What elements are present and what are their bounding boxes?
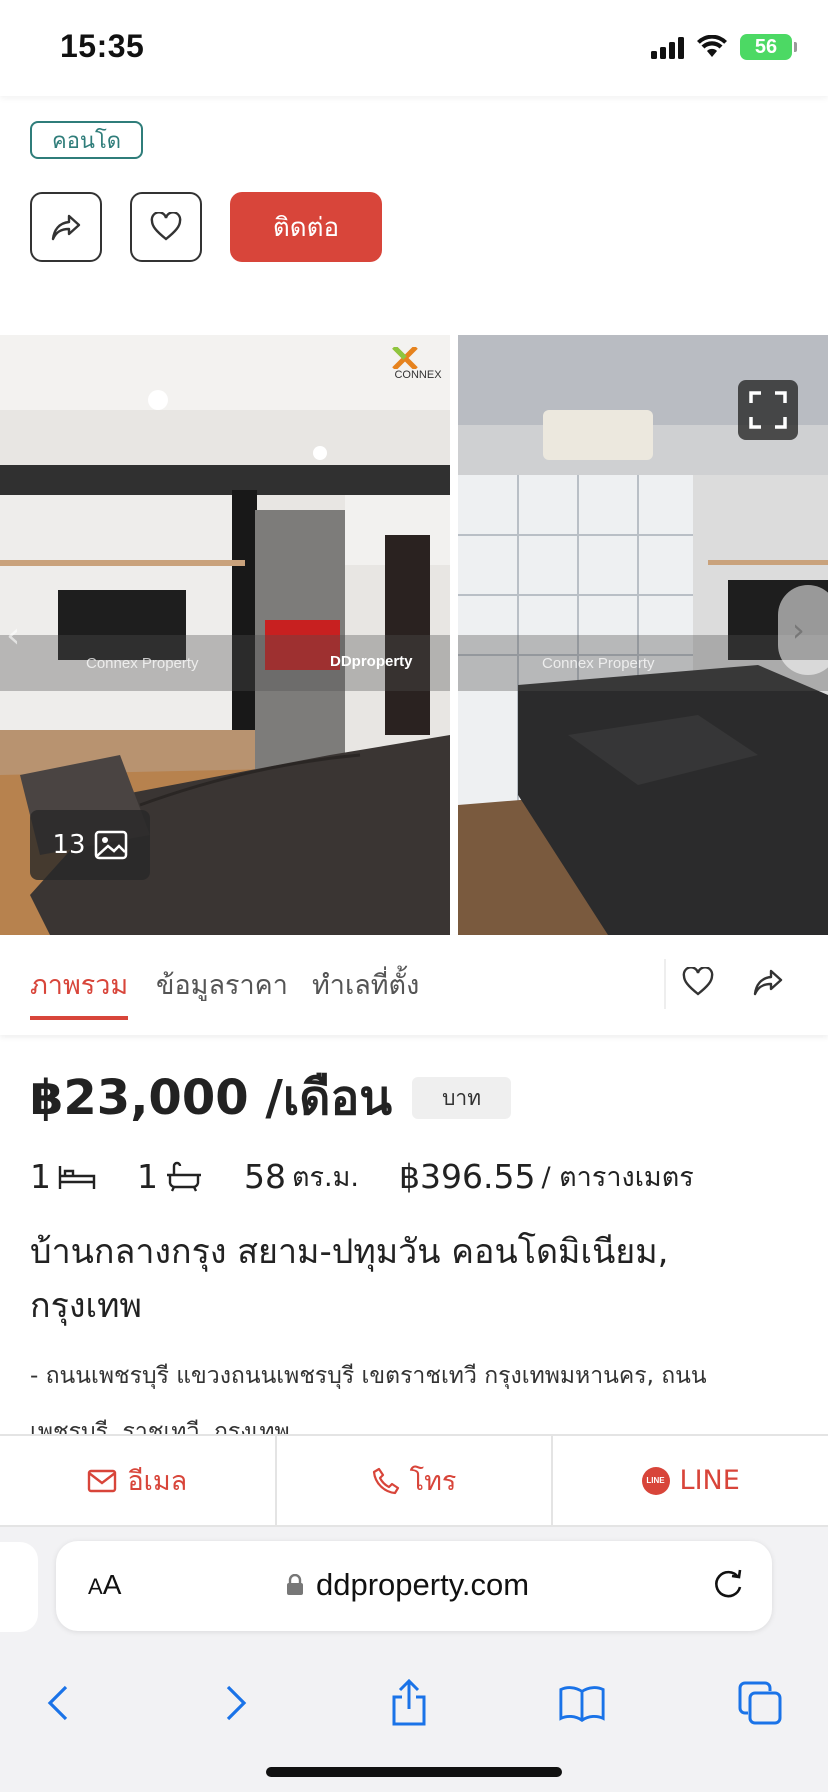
address-bar[interactable]: AA ddproperty.com [56,1541,772,1631]
tabs-icon [738,1681,782,1725]
bathtub-icon [167,1161,201,1192]
phone-icon [372,1467,399,1494]
status-icons: 56 [651,34,797,60]
bed-icon [58,1165,96,1189]
url-display[interactable]: ddproperty.com [286,1567,529,1603]
property-type-badge: คอนโด [30,121,144,159]
bedrooms-spec: 1 [30,1157,97,1196]
listing-specs: 1 1 58 ตร.ม. ฿396.55 / ตารางเมตร [30,1155,734,1198]
email-button[interactable]: อีเมล [0,1436,275,1525]
share-sheet-button[interactable] [385,1679,433,1727]
image-icon [94,830,127,860]
battery-level: 56 [754,35,778,58]
lock-icon [287,1574,303,1595]
chevron-left-icon [47,1685,68,1721]
favorite-button[interactable] [130,192,202,262]
tab-location[interactable]: ทำเลที่ตั้ง [312,963,419,1016]
url-text: ddproperty.com [316,1567,530,1602]
aa-large: A [102,1569,122,1600]
browser-toolbar [0,1647,828,1747]
back-button[interactable] [34,1679,82,1727]
reload-icon [715,1569,742,1598]
heart-icon [150,212,182,241]
price-per-sqm-spec: ฿396.55 / ตารางเมตร [399,1155,694,1198]
bathrooms-spec: 1 [137,1157,204,1196]
browser-chrome: AA ddproperty.com [0,1527,828,1792]
home-indicator[interactable] [266,1767,562,1777]
listing-title: บ้านกลางกรุง สยาม-ปทุมวัน คอนโดมิเนียม, … [30,1232,669,1326]
photo-count-button[interactable]: 13 [30,810,150,880]
connex-logo-text: CONNEX [394,369,442,381]
status-bar: 15:35 56 [0,0,828,96]
aa-small: A [88,1574,103,1599]
price-per-sqm: ฿396.55 [399,1157,536,1196]
email-label: อีเมล [127,1466,188,1497]
tab-price-info[interactable]: ข้อมูลราคา [156,963,288,1016]
area-spec: 58 ตร.ม. [244,1155,359,1198]
previous-tab-preview[interactable] [0,1542,38,1632]
line-icon: LINE [641,1466,670,1495]
line-label: LINE [679,1465,740,1496]
tabs-button[interactable] [736,1679,784,1727]
share-button[interactable] [30,192,102,262]
contact-bar: อีเมล โทร LINE LINE [0,1434,828,1527]
share-icon [392,1679,426,1726]
contact-button[interactable]: ติดต่อ [230,192,382,262]
watermark-agency-2: Connex Property [542,655,655,672]
price-per-sqm-unit: / ตารางเมตร [541,1162,694,1193]
tabs-divider [664,959,666,1009]
envelope-icon [88,1469,117,1492]
reader-text-size-button[interactable]: AA [88,1569,121,1601]
tab-share-button[interactable] [746,960,790,1004]
area-unit: ตร.ม. [292,1162,359,1193]
share-arrow-icon [51,214,81,241]
fullscreen-button[interactable] [738,380,798,440]
price-row: ฿23,000 /เดือน บาท [30,1060,512,1136]
header-actions: ติดต่อ [30,192,382,262]
bedrooms-count: 1 [30,1157,51,1196]
call-label: โทร [409,1466,457,1497]
call-button[interactable]: โทร [274,1436,552,1525]
photo-gallery[interactable]: Connex Property DDproperty CONNEX ‹ 13 C… [0,335,828,935]
gallery-prev-arrow[interactable]: ‹ [6,615,20,656]
bathrooms-count: 1 [137,1157,158,1196]
chevron-right-icon [226,1685,247,1721]
gallery-photo-living-room[interactable]: Connex Property DDproperty CONNEX ‹ 13 [0,335,450,935]
watermark-agency: Connex Property [86,655,199,672]
connex-logo: CONNEX [390,347,446,381]
gallery-next-arrow[interactable]: › [778,585,828,675]
watermark-ddproperty: DDproperty [330,653,413,670]
forward-button[interactable] [212,1679,260,1727]
listing-price: ฿23,000 /เดือน [30,1070,393,1126]
section-tabs: ภาพรวม ข้อมูลราคา ทำเลที่ตั้ง [0,935,828,1035]
area-value: 58 [244,1157,286,1196]
heart-icon [682,967,714,996]
fullscreen-icon [749,391,787,429]
wifi-icon [697,35,727,57]
cellular-signal-icon [651,35,684,59]
line-button[interactable]: LINE LINE [551,1436,828,1525]
currency-selector[interactable]: บาท [412,1077,512,1119]
share-arrow-icon [753,969,783,996]
photo-count-value: 13 [52,830,86,860]
book-icon [559,1686,605,1723]
status-time: 15:35 [60,28,145,64]
tab-favorite-button[interactable] [676,960,720,1004]
connex-x-icon [392,347,418,369]
bookmarks-button[interactable] [558,1679,606,1727]
reload-button[interactable] [710,1567,746,1607]
gallery-photo-sofa[interactable]: Connex Property › [458,335,828,935]
battery-icon: 56 [740,34,797,60]
tab-overview[interactable]: ภาพรวม [30,963,129,1020]
